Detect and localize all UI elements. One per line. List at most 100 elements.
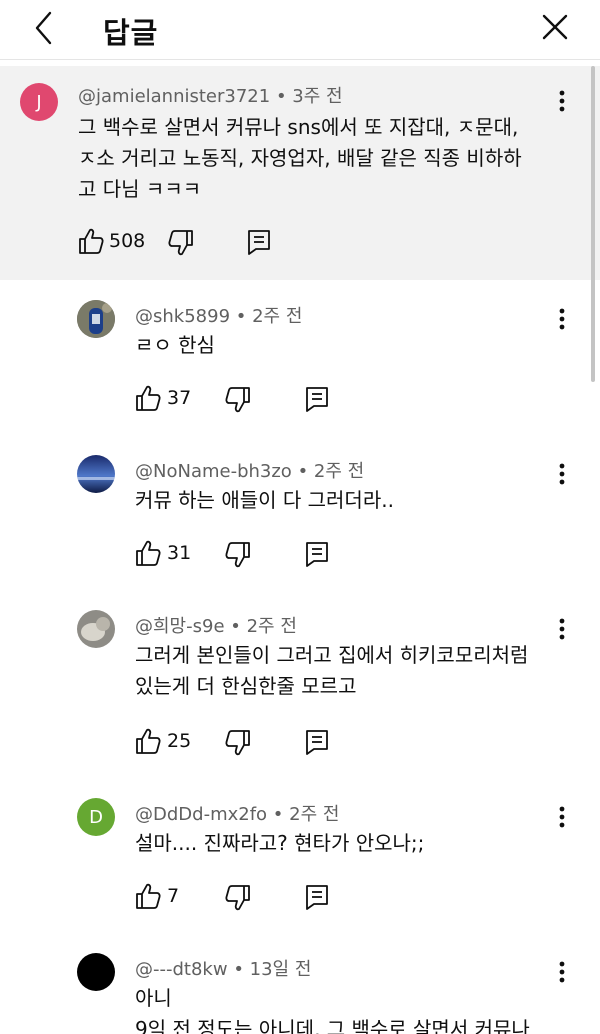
comment-text: 그러게 본인들이 그러고 집에서 히키코모리처럼 있는게 더 한심한줄 모르고 [135,640,528,702]
comment-line: ㄹㅇ 한심 [135,333,215,357]
comment-meta: @shk5899 • 2주 전 [135,302,302,328]
comment-line: 그러게 본인들이 그러고 집에서 히키코모리처럼 [135,643,529,667]
more-vert-icon [559,618,565,640]
avatar[interactable] [77,455,115,493]
avatar-letter: D [89,806,103,828]
comment-line: 설마.... 진짜라고? 현타가 안오나;; [135,831,425,855]
reply-icon[interactable] [247,229,271,255]
avatar-photo-icon [77,300,115,338]
comment-text: 커뮤 하는 애들이 다 그러더라.. [135,485,394,516]
thumbs-up-icon[interactable] [78,227,104,255]
comment-text: ㄹㅇ 한심 [135,330,215,361]
comment-author[interactable]: @NoName-bh3zo [135,461,292,482]
avatar[interactable] [77,300,115,338]
thumbs-down-icon[interactable] [225,541,251,569]
reply-icon[interactable] [305,884,329,910]
meta-separator: • [275,86,293,107]
thumbs-up-icon[interactable] [135,727,161,755]
thumbs-down-icon[interactable] [225,386,251,414]
avatar-photo-icon [77,610,115,648]
meta-separator: • [230,616,247,637]
avatar[interactable] [77,953,115,991]
comment-author[interactable]: @jamielannister3721 [78,86,270,107]
thumbs-down-icon[interactable] [225,884,251,912]
reply-icon[interactable] [305,541,329,567]
comment-meta: @NoName-bh3zo • 2주 전 [135,457,364,483]
comment-line: 있는게 더 한심한줄 모르고 [135,674,357,698]
more-vert-icon [559,463,565,485]
thumbs-up-icon[interactable] [135,882,161,910]
back-button[interactable] [26,8,66,48]
reply-item: @shk5899 • 2주 전 ㄹㅇ 한심 37 [0,290,600,430]
comment-line: 고 다님 ㅋㅋㅋ [78,177,202,201]
close-icon [542,14,568,40]
avatar[interactable] [77,610,115,648]
comment-line: 9익 전 정도는 아니데, 그 백수로 살면서 커뮤나 [135,1017,530,1034]
thumbs-down-icon[interactable] [168,229,194,257]
comment-actions: 7 [135,882,335,912]
thumbs-up-icon[interactable] [135,539,161,567]
comment-time: 2주 전 [289,804,340,825]
comment-author[interactable]: @희망-s9e [135,616,225,637]
header: 답글 [0,0,600,60]
comment-line: ㅈ소 거리고 노동직, 자영업자, 배달 같은 직종 비하하 [78,146,522,170]
thumbs-down-icon[interactable] [225,729,251,757]
reply-item: @NoName-bh3zo • 2주 전 커뮤 하는 애들이 다 그러더라.. … [0,445,600,585]
comment-meta: @희망-s9e • 2주 전 [135,612,297,638]
comment-actions: 25 [135,727,335,757]
avatar[interactable]: D [77,798,115,836]
comment-time: 3주 전 [292,86,343,107]
more-options-button[interactable] [550,614,574,644]
replies-screen: 답글 J @jamielannister3721 • 3주 전 그 백수로 살면… [0,0,600,1034]
more-options-button[interactable] [550,304,574,334]
comment-time: 13일 전 [249,959,312,980]
comment-author[interactable]: @---dt8kw [135,959,228,980]
comment-line: 그 백수로 살면서 커뮤나 sns에서 또 지잡대, ㅈ문대, [78,115,519,139]
like-count: 31 [167,542,192,564]
reply-item: @희망-s9e • 2주 전 그러게 본인들이 그러고 집에서 히키코모리처럼 … [0,600,600,780]
comment-author[interactable]: @DdDd-mx2fo [135,804,267,825]
like-count: 25 [167,730,192,752]
comment-meta: @---dt8kw • 13일 전 [135,955,311,981]
chevron-left-icon [35,11,52,45]
comment-line: 아니 [135,986,172,1010]
comment-actions: 37 [135,384,335,414]
parent-comment: J @jamielannister3721 • 3주 전 그 백수로 살면서 커… [0,66,600,280]
more-vert-icon [559,90,565,112]
reply-item: @---dt8kw • 13일 전 아니 9익 전 정도는 아니데, 그 백수로… [0,943,600,1034]
like-count: 7 [167,885,180,907]
page-title: 답글 [103,16,159,50]
comment-meta: @DdDd-mx2fo • 2주 전 [135,800,339,826]
meta-separator: • [272,804,290,825]
meta-separator: • [235,306,253,327]
meta-separator: • [233,959,250,980]
comment-actions: 508 [78,227,298,257]
reply-icon[interactable] [305,729,329,755]
more-vert-icon [559,961,565,983]
like-count: 37 [167,387,192,409]
more-vert-icon [559,308,565,330]
comment-time: 2주 전 [252,306,303,327]
comment-text: 그 백수로 살면서 커뮤나 sns에서 또 지잡대, ㅈ문대, ㅈ소 거리고 노… [78,112,522,205]
comment-text: 설마.... 진짜라고? 현타가 안오나;; [135,828,424,859]
reply-icon[interactable] [305,386,329,412]
comment-line: 커뮤 하는 애들이 다 그러더라.. [135,488,394,512]
meta-separator: • [297,461,314,482]
thumbs-up-icon[interactable] [135,384,161,412]
comment-time: 2주 전 [313,461,365,482]
comment-meta: @jamielannister3721 • 3주 전 [78,82,343,108]
avatar-photo-icon [77,455,115,493]
comment-author[interactable]: @shk5899 [135,306,230,327]
more-vert-icon [559,806,565,828]
more-options-button[interactable] [550,802,574,832]
comment-time: 2주 전 [246,616,297,637]
more-options-button[interactable] [550,957,574,987]
reply-item: D @DdDd-mx2fo • 2주 전 설마.... 진짜라고? 현타가 안오… [0,788,600,928]
avatar[interactable]: J [20,83,58,121]
more-options-button[interactable] [550,86,574,116]
avatar-letter: J [36,91,42,113]
more-options-button[interactable] [550,459,574,489]
close-button[interactable] [536,10,576,50]
comment-actions: 31 [135,539,335,569]
comment-text: 아니 9익 전 정도는 아니데, 그 백수로 살면서 커뮤나 [135,983,530,1034]
